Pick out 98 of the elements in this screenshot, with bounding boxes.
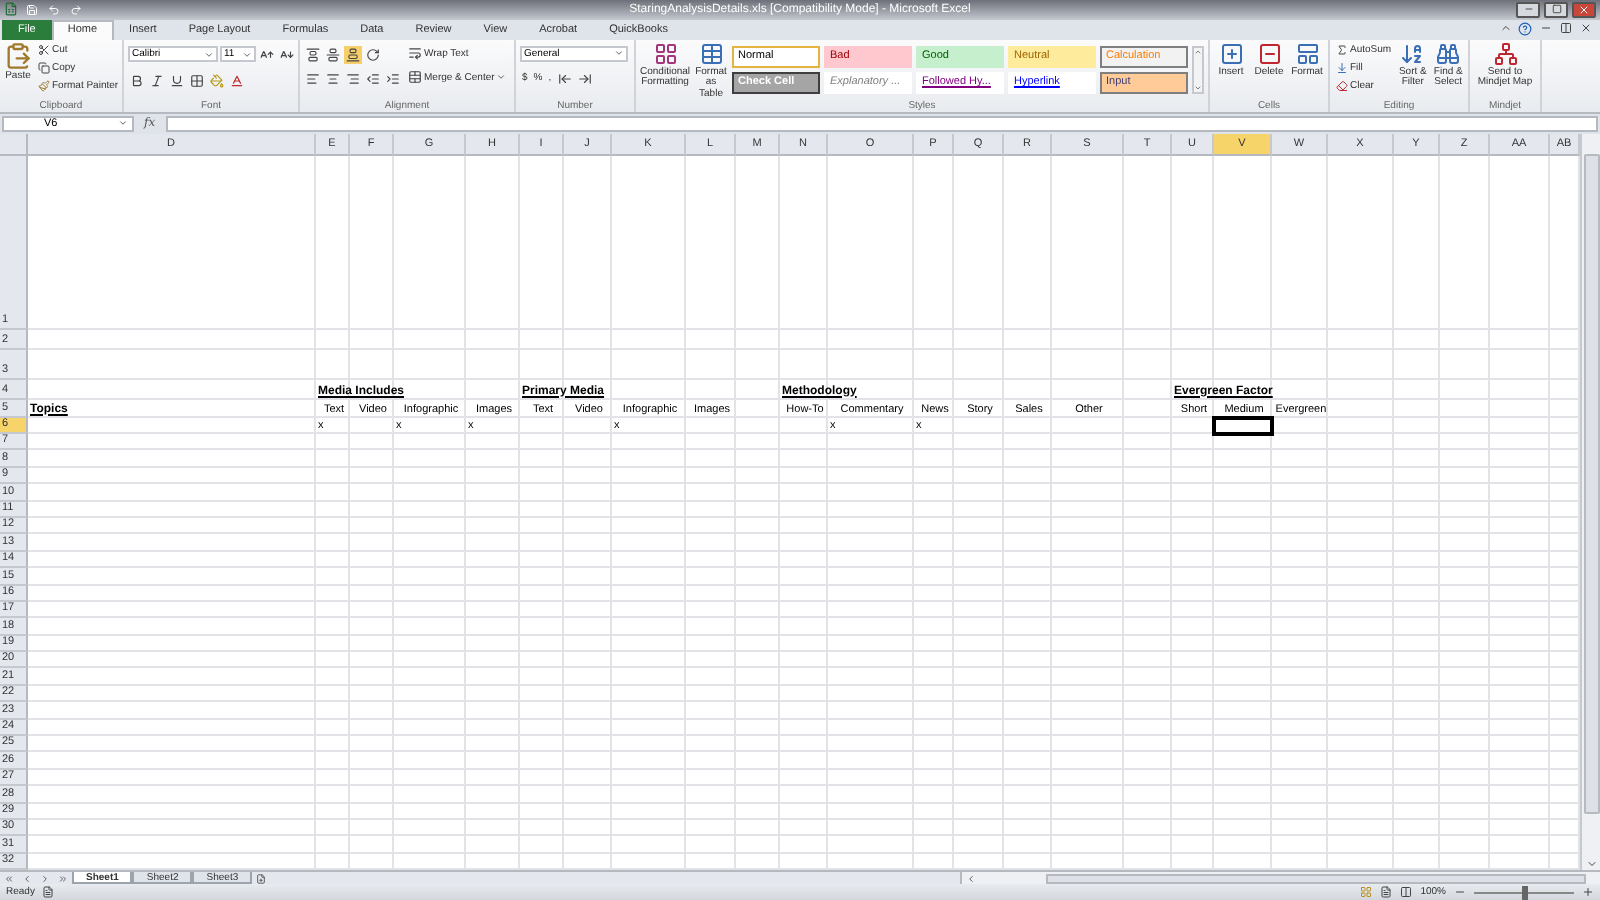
save-icon [25, 3, 37, 16]
maximize-icon [1551, 4, 1561, 15]
borders-icon [190, 73, 204, 88]
align-left-button[interactable] [304, 69, 322, 88]
increase-decimal-icon [557, 71, 572, 86]
scroll-down-icon [1585, 858, 1597, 871]
binoculars-icon [1436, 41, 1461, 66]
orientation-icon [366, 47, 380, 62]
previous-icon [22, 873, 32, 884]
scroll-thumb[interactable] [1046, 873, 1586, 884]
undo-icon [47, 3, 59, 16]
restore-workbook-button[interactable] [1556, 19, 1574, 38]
decrease-indent-icon [366, 71, 380, 86]
paint-bucket-icon [210, 73, 224, 88]
save-button[interactable] [22, 1, 40, 18]
spreadsheet-icon [4, 2, 18, 17]
align-center-icon [326, 71, 340, 86]
maximize-button[interactable] [1544, 1, 1568, 18]
increase-indent-button[interactable] [384, 69, 402, 88]
page-break-icon [1400, 886, 1413, 899]
font-color-button[interactable] [228, 71, 246, 90]
paintbrush-icon [38, 79, 50, 92]
delete-cells-icon [1257, 41, 1281, 66]
copy-icon [38, 61, 50, 74]
close-icon [1579, 22, 1591, 35]
insert-cells-icon [1219, 41, 1243, 66]
close-icon [1578, 3, 1590, 16]
minimize-button[interactable] [1516, 1, 1540, 18]
scissors-icon [38, 43, 50, 56]
dropdown-icon [118, 118, 128, 129]
horizontal-scrollbar[interactable] [960, 872, 1600, 885]
align-right-button[interactable] [344, 69, 362, 88]
dropdown-icon [496, 72, 507, 83]
zoom-out-icon [1454, 886, 1466, 899]
zoom-thumb[interactable] [1521, 885, 1527, 900]
align-center-button[interactable] [324, 69, 342, 88]
decrease-decimal-icon [577, 71, 592, 86]
sigma-icon [1336, 43, 1348, 56]
active-cell[interactable] [1212, 415, 1274, 436]
close-button[interactable] [1572, 1, 1596, 18]
top-align-button[interactable] [304, 45, 322, 64]
last-icon [58, 873, 68, 884]
middle-align-button[interactable] [324, 45, 342, 64]
restore-icon [1559, 22, 1571, 35]
scroll-thumb[interactable] [1583, 153, 1599, 814]
italic-icon [150, 73, 164, 88]
align-right-icon [346, 71, 360, 86]
top-align-icon [306, 47, 320, 62]
decrease-decimal-button[interactable] [575, 69, 594, 88]
bottom-align-button[interactable] [344, 45, 362, 64]
insert-sheet-button[interactable] [252, 872, 271, 885]
redo-button[interactable] [66, 1, 84, 18]
align-left-icon [306, 71, 320, 86]
new-sheet-icon [256, 873, 267, 884]
increase-decimal-button[interactable] [555, 69, 574, 88]
dropdown-icon [204, 49, 214, 60]
chevron-up-icon [1499, 22, 1511, 35]
italic-button[interactable] [148, 71, 166, 90]
table-icon [699, 41, 724, 66]
fill-down-icon [1336, 61, 1348, 74]
help-icon [1518, 21, 1532, 36]
borders-button[interactable] [188, 71, 206, 90]
mind-map-icon [1493, 41, 1517, 66]
shrink-font-icon [280, 47, 294, 62]
eraser-icon [1336, 79, 1348, 92]
underline-icon [170, 73, 184, 88]
grow-font-button[interactable] [258, 45, 276, 64]
conditional-formatting-icon [653, 41, 678, 66]
sort-icon [1400, 41, 1425, 66]
middle-align-icon [326, 47, 340, 62]
normal-view-icon [1360, 886, 1373, 899]
fill-color-button[interactable] [208, 71, 226, 90]
shrink-font-button[interactable] [278, 45, 296, 64]
increase-indent-icon [386, 71, 400, 86]
next-icon [40, 873, 50, 884]
wrap-text-icon [408, 46, 422, 61]
help-button[interactable] [1516, 19, 1534, 38]
underline-button[interactable] [168, 71, 186, 90]
redo-icon [69, 3, 81, 16]
bold-button[interactable] [128, 71, 146, 90]
font-color-icon [230, 73, 244, 88]
scroll-left-icon [966, 873, 976, 884]
first-icon [4, 873, 14, 884]
vertical-scrollbar[interactable] [1580, 133, 1600, 871]
page-layout-icon [1380, 886, 1393, 899]
dropdown-icon [242, 49, 252, 60]
undo-button[interactable] [44, 1, 62, 18]
clipboard-icon [4, 41, 32, 70]
merge-cells-icon [408, 70, 422, 85]
dropdown-icon [614, 48, 624, 59]
format-cells-icon [1295, 41, 1319, 66]
grow-font-icon [260, 47, 274, 62]
bottom-align-icon [346, 47, 360, 62]
zoom-in-icon [1582, 886, 1594, 899]
bold-icon [130, 73, 144, 88]
formula-input[interactable] [165, 115, 1598, 132]
decrease-indent-button[interactable] [364, 69, 382, 88]
orientation-button[interactable] [364, 45, 382, 64]
